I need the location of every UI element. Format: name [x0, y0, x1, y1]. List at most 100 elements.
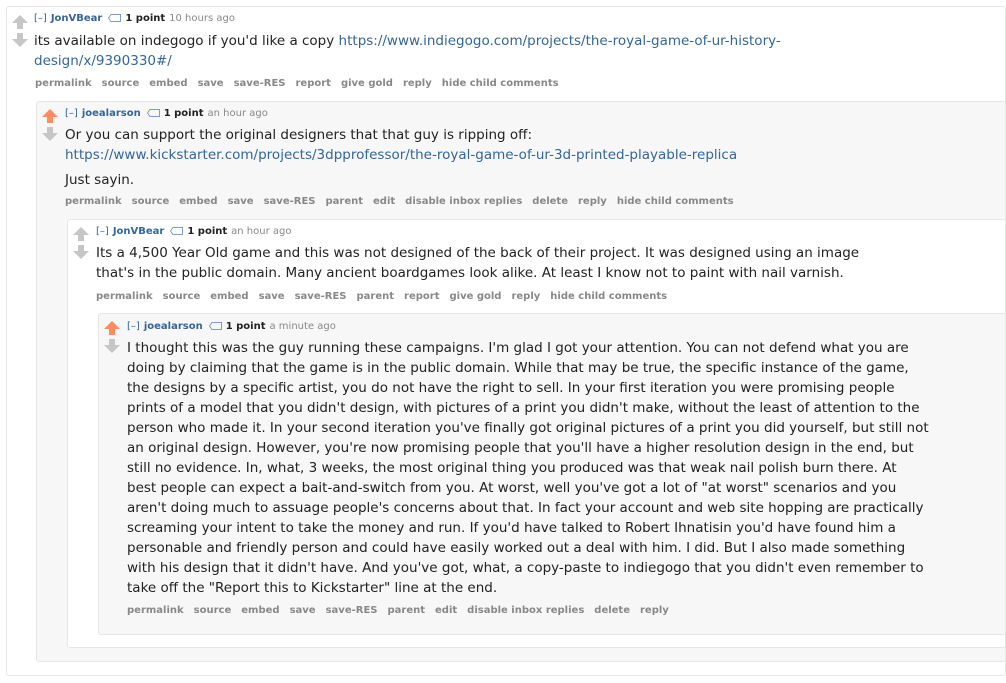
score: 1 point [187, 226, 228, 237]
parent-button[interactable]: parent [387, 605, 425, 616]
comment-line: personable and friendly person and could… [127, 540, 906, 556]
comment-joealarson-2: [–] joealarson 1 point a minute ago I thoug… [98, 313, 1006, 635]
permalink-button[interactable]: permalink [35, 78, 92, 89]
comment-line: aren't doing much to assuage people's co… [127, 500, 924, 516]
vote-arrows [104, 321, 120, 353]
save-res-button[interactable]: save-RES [234, 78, 286, 89]
embed-button[interactable]: embed [210, 291, 248, 302]
comment-line: screaming your intent to take the money … [127, 520, 896, 536]
save-button[interactable]: save [228, 196, 254, 207]
save-button[interactable]: save [198, 78, 224, 89]
score: 1 point [163, 108, 204, 119]
user-tag-icon[interactable] [208, 322, 222, 330]
comment-line: person who made it. In your second itera… [127, 420, 929, 436]
comment-actions: permalink source embed save save-RES parent re… [96, 290, 677, 304]
comment-tagline: [–] joealarson 1 point an hour ago [65, 107, 268, 121]
hide-child-comments-button[interactable]: hide child comments [442, 78, 559, 89]
source-button[interactable]: source [132, 196, 170, 207]
comment-line: an original design. However, you're now … [127, 440, 914, 456]
report-button[interactable]: report [295, 78, 330, 89]
comment-line: prints of a model that you didn't design… [127, 400, 920, 416]
downvote-arrow-icon[interactable] [12, 33, 28, 47]
permalink-button[interactable]: permalink [96, 291, 153, 302]
author-link[interactable]: joealarson [82, 108, 141, 119]
comment-text: Or you can support the original designer… [65, 127, 533, 143]
reply-button[interactable]: reply [403, 78, 432, 89]
give-gold-button[interactable]: give gold [341, 78, 393, 89]
timestamp: a minute ago [269, 321, 336, 332]
author-link[interactable]: joealarson [144, 321, 203, 332]
report-button[interactable]: report [404, 291, 439, 302]
embed-button[interactable]: embed [149, 78, 187, 89]
disable-inbox-replies-button[interactable]: disable inbox replies [467, 605, 584, 616]
collapse-toggle[interactable]: [–] [34, 13, 47, 24]
comment-line: take off the "Report this to Kickstarter… [127, 580, 498, 596]
vote-arrows [12, 15, 28, 47]
parent-button[interactable]: parent [325, 196, 363, 207]
comment-tagline: [–] JonVBear 1 point 10 hours ago [34, 12, 235, 26]
collapse-toggle[interactable]: [–] [96, 226, 109, 237]
reply-button[interactable]: reply [640, 605, 669, 616]
comment-line: the designs by a specific artist, you do… [127, 380, 895, 396]
save-res-button[interactable]: save-RES [295, 291, 347, 302]
parent-button[interactable]: parent [356, 291, 394, 302]
edit-button[interactable]: edit [373, 196, 395, 207]
reply-button[interactable]: reply [511, 291, 540, 302]
source-button[interactable]: source [194, 605, 232, 616]
edit-button[interactable]: edit [435, 605, 457, 616]
comment-line-2: that's in the public domain. Many ancien… [96, 265, 844, 281]
user-tag-icon[interactable] [170, 227, 184, 235]
hide-child-comments-button[interactable]: hide child comments [550, 291, 667, 302]
delete-button[interactable]: delete [532, 196, 568, 207]
source-button[interactable]: source [102, 78, 140, 89]
downvote-arrow-icon[interactable] [42, 127, 58, 141]
timestamp: an hour ago [207, 108, 268, 119]
author-link[interactable]: JonVBear [51, 13, 103, 24]
save-res-button[interactable]: save-RES [326, 605, 378, 616]
comment-body: Its a 4,500 Year Old game and this was n… [96, 243, 976, 283]
comment-line-1: Its a 4,500 Year Old game and this was n… [96, 245, 860, 261]
upvote-arrow-icon[interactable] [42, 109, 58, 123]
comment-line: doing by claiming that the game is in th… [127, 360, 909, 376]
give-gold-button[interactable]: give gold [449, 291, 501, 302]
comment-line: best people can expect a bait-and-switch… [127, 480, 897, 496]
comment-line: I thought this was the guy running these… [127, 340, 909, 356]
embed-button[interactable]: embed [179, 196, 217, 207]
score: 1 point [125, 13, 166, 24]
disable-inbox-replies-button[interactable]: disable inbox replies [405, 196, 522, 207]
comment-line: still no evidence. In, what, 3 weeks, th… [127, 460, 897, 476]
comment-actions: permalink source embed save save-RES parent ed… [65, 195, 744, 209]
author-link[interactable]: JonVBear [113, 226, 165, 237]
comment-body: Or you can support the original designer… [65, 125, 965, 190]
upvote-arrow-icon[interactable] [73, 227, 89, 241]
embed-button[interactable]: embed [241, 605, 279, 616]
link-line-2: design/x/9390330#/ [34, 53, 172, 69]
downvote-arrow-icon[interactable] [104, 339, 120, 353]
comment-actions: permalink source embed save save-RES parent ed… [127, 604, 679, 618]
timestamp: 10 hours ago [169, 13, 235, 24]
save-button[interactable]: save [290, 605, 316, 616]
upvote-arrow-icon[interactable] [104, 321, 120, 335]
kickstarter-link[interactable]: https://www.kickstarter.com/projects/3dp… [65, 147, 737, 163]
downvote-arrow-icon[interactable] [73, 245, 89, 259]
save-res-button[interactable]: save-RES [264, 196, 316, 207]
permalink-button[interactable]: permalink [127, 605, 184, 616]
vote-arrows [73, 227, 89, 259]
user-tag-icon[interactable] [146, 109, 160, 117]
comment-text: its available on indegogo if you'd like … [34, 33, 339, 49]
source-button[interactable]: source [163, 291, 201, 302]
delete-button[interactable]: delete [594, 605, 630, 616]
upvote-arrow-icon[interactable] [12, 15, 28, 29]
vote-arrows [42, 109, 58, 141]
hide-child-comments-button[interactable]: hide child comments [617, 196, 734, 207]
collapse-toggle[interactable]: [–] [127, 321, 140, 332]
reply-button[interactable]: reply [578, 196, 607, 207]
comment-actions: permalink source embed save save-RES report gi… [35, 77, 569, 91]
comment-body: its available on indegogo if you'd like … [34, 31, 934, 71]
collapse-toggle[interactable]: [–] [65, 108, 78, 119]
timestamp: an hour ago [231, 226, 292, 237]
user-tag-icon[interactable] [108, 14, 122, 22]
link-line-1: https://www.indiegogo.com/projects/the-r… [338, 33, 781, 49]
save-button[interactable]: save [259, 291, 285, 302]
permalink-button[interactable]: permalink [65, 196, 122, 207]
